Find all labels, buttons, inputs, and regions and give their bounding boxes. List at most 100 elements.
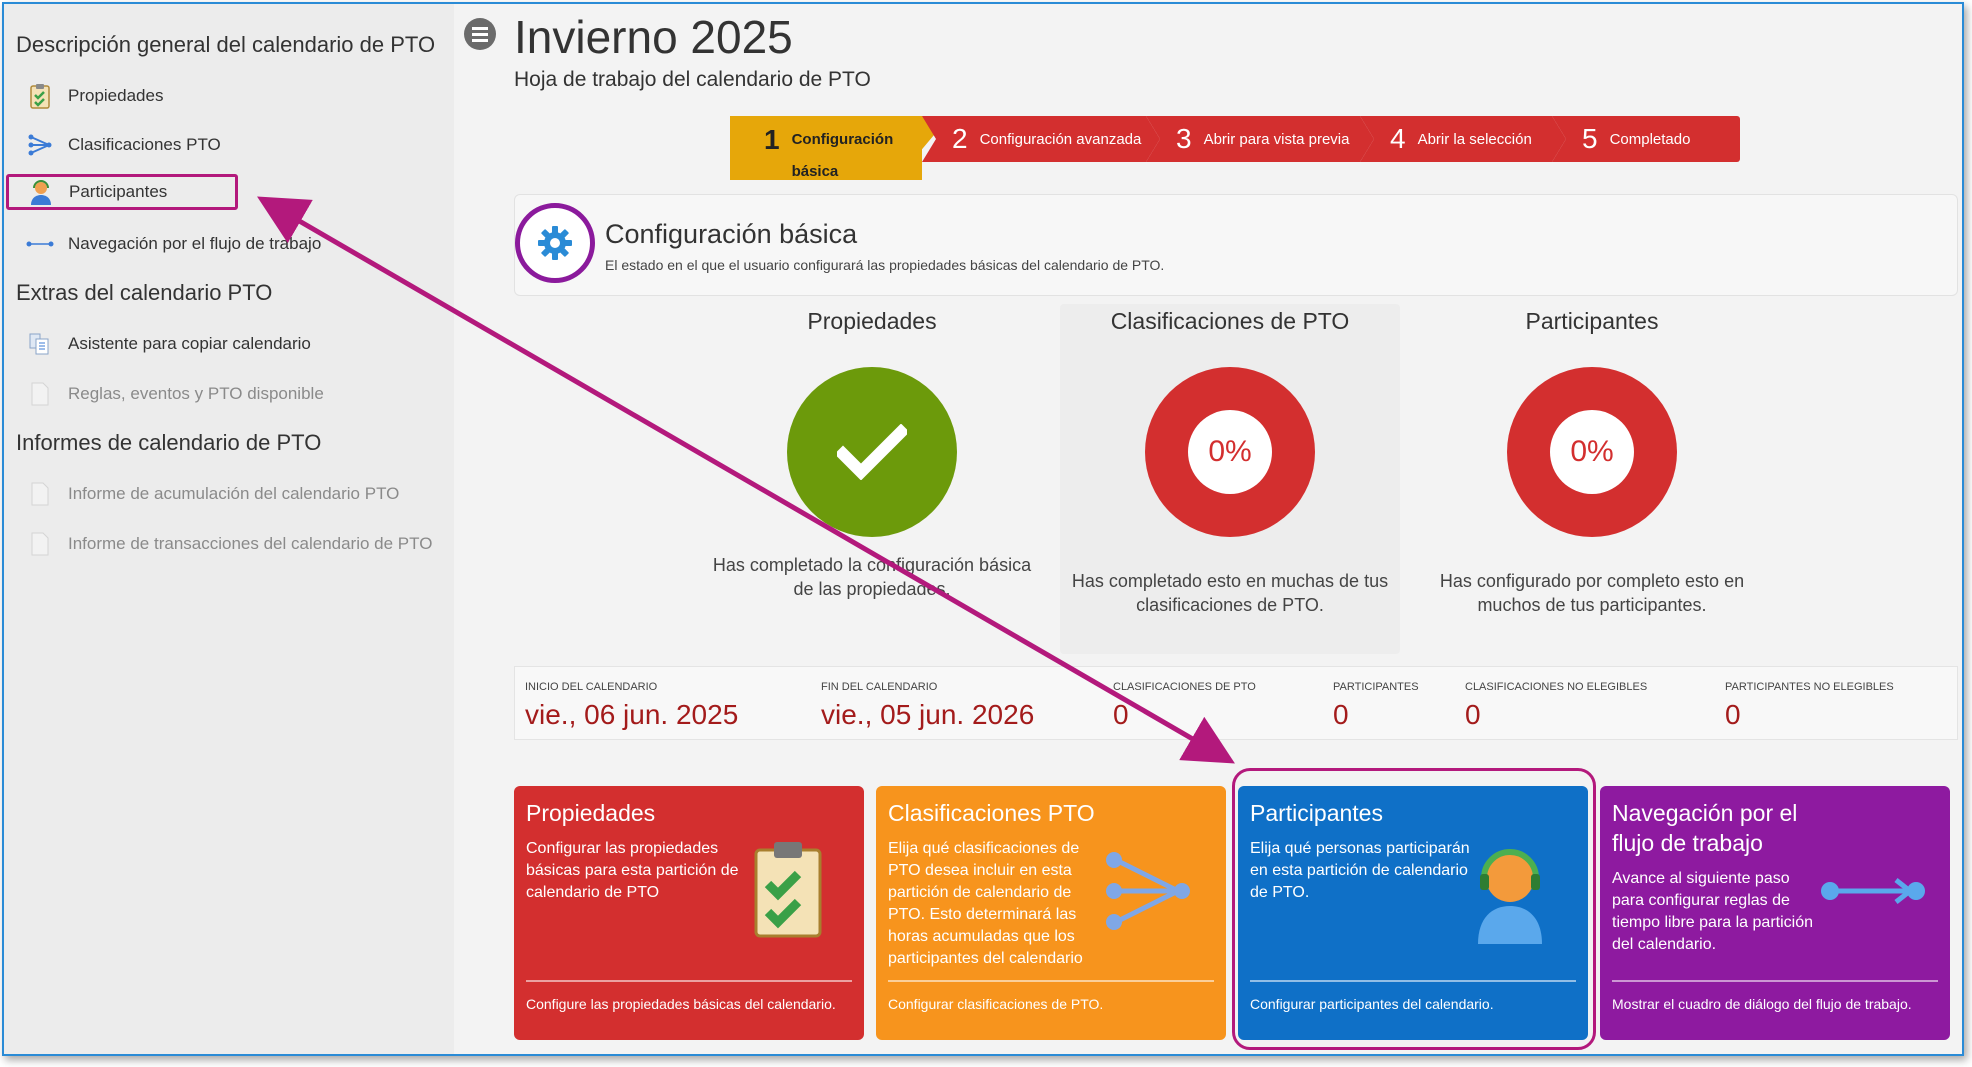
- sidebar-section-overview: Descripción general del calendario de PT…: [16, 32, 436, 57]
- tile-clasificaciones[interactable]: Clasificaciones PTO Elija qué clasificac…: [876, 786, 1226, 1040]
- main-panel: Invierno 2025 Hoja de trabajo del calend…: [456, 4, 1962, 1054]
- status-title: Participantes: [1525, 308, 1659, 334]
- info-label: Participantes: [1333, 681, 1419, 693]
- progress-percent: 0%: [1550, 410, 1634, 494]
- sidebar-item-label: Navegación por el flujo de trabajo: [68, 234, 322, 253]
- tile-title: Propiedades: [526, 800, 656, 826]
- tile-description: Configurar las propiedades básicas para …: [526, 840, 739, 901]
- sidebar-item-label: Participantes: [69, 182, 168, 201]
- info-clasificaciones: Clasificaciones de PTO 0: [1113, 681, 1256, 731]
- step-label: Configuración básica: [791, 131, 894, 180]
- menu-toggle-button[interactable]: [464, 18, 496, 50]
- app-window: Descripción general del calendario de PT…: [2, 2, 1964, 1056]
- sidebar-item-label: Reglas, eventos y PTO disponible: [68, 384, 324, 403]
- progress-donut: 0%: [1145, 367, 1315, 537]
- sidebar-item-label: Propiedades: [68, 86, 164, 105]
- sidebar-item-label: Informe de acumulación del calendario PT…: [68, 484, 400, 503]
- branch-arrow-icon: [1098, 836, 1198, 946]
- status-participantes: Participantes 0% Has configurado por com…: [1422, 304, 1762, 617]
- step-number: 3: [1176, 123, 1192, 154]
- status-text: Has completado esto en muchas de tus cla…: [1071, 571, 1389, 615]
- step-label: Abrir para vista previa: [1203, 130, 1350, 148]
- tile-divider: [888, 980, 1214, 982]
- section-header-card: Configuración básica El estado en el que…: [514, 194, 1958, 296]
- section-description: El estado en el que el usuario configura…: [605, 257, 1165, 273]
- info-value: 0: [1465, 699, 1481, 730]
- info-label: Inicio del calendario: [525, 681, 658, 693]
- sidebar-item-propiedades[interactable]: Propiedades: [26, 78, 163, 114]
- calendar-info-bar: Inicio del calendario vie., 06 jun. 2025…: [514, 666, 1958, 740]
- tile-link[interactable]: Configurar participantes del calendario.: [1250, 996, 1494, 1012]
- page-title: Invierno 2025: [514, 11, 793, 63]
- sidebar-item-informe-acumulacion[interactable]: Informe de acumulación del calendario PT…: [26, 476, 399, 512]
- check-complete-icon: [787, 367, 957, 537]
- clipboard-check-icon: [26, 82, 54, 110]
- sidebar-item-label: Clasificaciones PTO: [68, 135, 221, 154]
- progress-percent: 0%: [1188, 410, 1272, 494]
- info-label: Fin del calendario: [821, 681, 938, 693]
- info-value: 0: [1333, 699, 1349, 730]
- tile-divider: [1250, 980, 1576, 982]
- info-value: vie., 05 jun. 2026: [821, 699, 1035, 730]
- sidebar-item-label: Informe de transacciones del calendario …: [68, 534, 433, 553]
- sidebar-item-label: Asistente para copiar calendario: [68, 334, 311, 353]
- info-value: vie., 06 jun. 2025: [525, 699, 739, 730]
- info-participantes: Participantes 0: [1333, 681, 1419, 731]
- sidebar-item-reglas[interactable]: Reglas, eventos y PTO disponible: [26, 376, 324, 412]
- tile-link[interactable]: Mostrar el cuadro de diálogo del flujo d…: [1612, 996, 1912, 1012]
- tile-description: Elija qué personas participarán en esta …: [1250, 840, 1470, 901]
- progress-donut: 0%: [1507, 367, 1677, 537]
- tile-link[interactable]: Configure las propiedades básicas del ca…: [526, 996, 836, 1012]
- step-4[interactable]: 4 Abrir la selección: [1360, 116, 1566, 162]
- step-number: 2: [952, 123, 968, 154]
- sidebar-item-participantes[interactable]: Participantes: [6, 174, 238, 210]
- status-propiedades: Propiedades Has completado la configurac…: [702, 304, 1042, 601]
- step-number: 5: [1582, 123, 1598, 154]
- info-label: Participantes no elegibles: [1725, 681, 1894, 693]
- person-headset-icon: [1460, 836, 1560, 946]
- tile-navegacion[interactable]: Navegación por el flujo de trabajo Avanc…: [1600, 786, 1950, 1040]
- status-text: Has configurado por completo esto en muc…: [1439, 571, 1745, 615]
- tile-title: Navegación por el flujo de trabajo: [1612, 800, 1798, 856]
- tile-description: Elija qué clasificaciones de PTO desea i…: [888, 840, 1083, 967]
- hamburger-icon: [472, 32, 488, 36]
- clipboard-check-icon: [736, 836, 836, 946]
- step-1[interactable]: 1 Configuración básica: [730, 116, 936, 180]
- sidebar-section-extras: Extras del calendario PTO: [16, 280, 273, 305]
- tile-divider: [526, 980, 852, 982]
- step-5[interactable]: 5 Completado: [1552, 116, 1740, 162]
- sidebar-item-informe-transacciones[interactable]: Informe de transacciones del calendario …: [26, 526, 432, 562]
- info-label: Clasificaciones de PTO: [1113, 681, 1256, 693]
- sidebar-item-navegacion[interactable]: Navegación por el flujo de trabajo: [26, 226, 321, 262]
- info-clasif-no-elegibles: Clasificaciones no elegibles 0: [1465, 681, 1647, 731]
- step-number: 4: [1390, 123, 1406, 154]
- step-3[interactable]: 3 Abrir para vista previa: [1146, 116, 1374, 162]
- workflow-arrow-icon: [26, 230, 54, 258]
- tile-propiedades[interactable]: Propiedades Configurar las propiedades b…: [514, 786, 864, 1040]
- workflow-arrow-icon: [1818, 836, 1928, 946]
- page-subtitle: Hoja de trabajo del calendario de PTO: [514, 68, 871, 91]
- info-value: 0: [1113, 699, 1129, 730]
- sidebar-section-informes: Informes de calendario de PTO: [16, 430, 322, 455]
- tile-description: Avance al siguiente paso para configurar…: [1612, 870, 1813, 953]
- branch-arrow-icon: [26, 131, 54, 159]
- step-2[interactable]: 2 Configuración avanzada: [922, 116, 1160, 162]
- document-icon: [26, 480, 54, 508]
- step-label: Abrir la selección: [1417, 130, 1532, 148]
- sidebar-item-clasificaciones[interactable]: Clasificaciones PTO: [26, 127, 221, 163]
- tile-participantes[interactable]: Participantes Elija qué personas partici…: [1238, 786, 1588, 1040]
- info-part-no-elegibles: Participantes no elegibles 0: [1725, 681, 1894, 731]
- status-text: Has completado la configuración básica d…: [712, 555, 1032, 599]
- status-clasificaciones: Clasificaciones de PTO 0% Has completado…: [1060, 304, 1400, 654]
- tile-title: Clasificaciones PTO: [888, 800, 1095, 826]
- tile-link[interactable]: Configurar clasificaciones de PTO.: [888, 996, 1103, 1012]
- status-title: Propiedades: [807, 308, 937, 334]
- step-label: Configuración avanzada: [979, 130, 1142, 148]
- info-label: Clasificaciones no elegibles: [1465, 681, 1648, 693]
- info-fin: Fin del calendario vie., 05 jun. 2026: [821, 681, 1034, 731]
- info-inicio: Inicio del calendario vie., 06 jun. 2025: [525, 681, 738, 731]
- copy-calendar-icon: [26, 330, 54, 358]
- step-number: 1: [764, 124, 780, 155]
- sidebar-item-copy-wizard[interactable]: Asistente para copiar calendario: [26, 326, 311, 362]
- status-title: Clasificaciones de PTO: [1110, 308, 1350, 334]
